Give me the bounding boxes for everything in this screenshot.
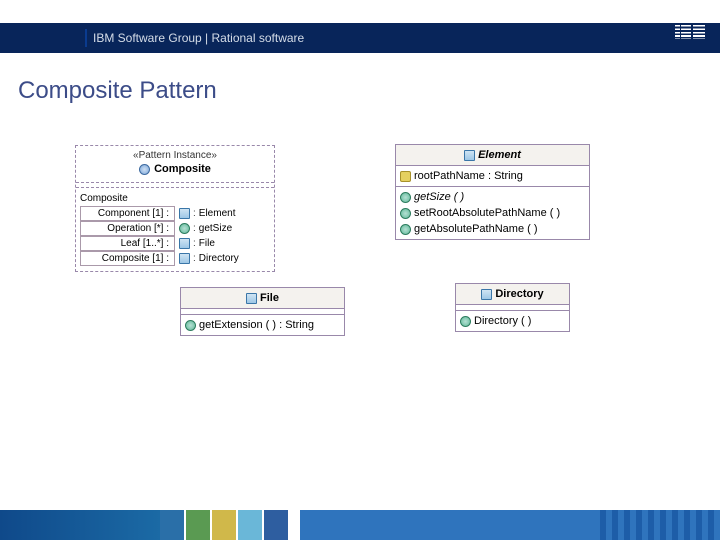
binding-value: Element	[199, 208, 236, 219]
pattern-instance-box: «Pattern Instance» Composite Composite C…	[75, 145, 275, 272]
binding-row: Leaf [1..*] : :File	[80, 236, 272, 251]
binding-row: Component [1] : :Element	[80, 206, 272, 221]
operation-text: getSize ( )	[414, 190, 464, 204]
class-name: Element	[478, 148, 521, 162]
class-icon	[179, 238, 190, 249]
class-name: File	[260, 291, 279, 305]
operation-icon	[400, 192, 411, 203]
class-directory: Directory Directory ( )	[455, 283, 570, 332]
operation-icon	[400, 208, 411, 219]
binding-role: Operation [*] :	[80, 221, 175, 236]
header-bar: IBM Software Group | Rational software	[0, 23, 720, 53]
header-title: IBM Software Group | Rational software	[93, 31, 304, 45]
pattern-bindings: Composite Component [1] : :Element Opera…	[76, 188, 274, 271]
attribute-icon	[400, 171, 411, 182]
operations-compartment: getSize ( ) setRootAbsolutePathName ( ) …	[396, 187, 589, 239]
footer-tiles	[160, 510, 290, 540]
footer-stripes	[600, 510, 720, 540]
operation-text: setRootAbsolutePathName ( )	[414, 206, 560, 220]
operation-icon	[460, 316, 471, 327]
pattern-stereotype: «Pattern Instance»	[82, 150, 268, 161]
header-divider	[85, 29, 87, 47]
class-header: File	[181, 288, 344, 309]
operations-compartment: getExtension ( ) : String	[181, 315, 344, 335]
binding-role: Leaf [1..*] :	[80, 236, 175, 251]
footer-band-left	[0, 510, 160, 540]
footer	[0, 510, 720, 540]
operation-text: Directory ( )	[474, 314, 531, 328]
class-icon	[481, 289, 492, 300]
class-file: File getExtension ( ) : String	[180, 287, 345, 336]
attributes-compartment: rootPathName : String	[396, 166, 589, 187]
class-header: Element	[396, 145, 589, 166]
page-title: Composite Pattern	[18, 77, 217, 105]
operation-text: getExtension ( ) : String	[199, 318, 314, 332]
class-icon	[179, 208, 190, 219]
diagram-canvas: «Pattern Instance» Composite Composite C…	[0, 130, 720, 510]
binding-value: Directory	[199, 253, 239, 264]
pattern-group-label: Composite	[80, 193, 272, 204]
class-icon	[246, 293, 257, 304]
binding-value: File	[199, 238, 215, 249]
operation-text: getAbsolutePathName ( )	[414, 222, 538, 236]
binding-role: Composite [1] :	[80, 251, 175, 266]
class-icon	[179, 253, 190, 264]
class-header: Directory	[456, 284, 569, 305]
class-name: Directory	[495, 287, 543, 301]
binding-value: getSize	[199, 223, 232, 234]
pattern-header: «Pattern Instance» Composite	[76, 146, 274, 182]
operation-icon	[400, 224, 411, 235]
operation-icon	[179, 223, 190, 234]
binding-role: Component [1] :	[80, 206, 175, 221]
pattern-name: Composite	[154, 163, 211, 175]
ibm-logo	[675, 23, 707, 53]
attribute-text: rootPathName : String	[414, 169, 523, 183]
class-icon	[464, 150, 475, 161]
class-element: Element rootPathName : String getSize ( …	[395, 144, 590, 240]
binding-row: Operation [*] : :getSize	[80, 221, 272, 236]
pattern-icon	[139, 164, 150, 175]
operations-compartment: Directory ( )	[456, 311, 569, 331]
operation-icon	[185, 320, 196, 331]
binding-row: Composite [1] : :Directory	[80, 251, 272, 266]
